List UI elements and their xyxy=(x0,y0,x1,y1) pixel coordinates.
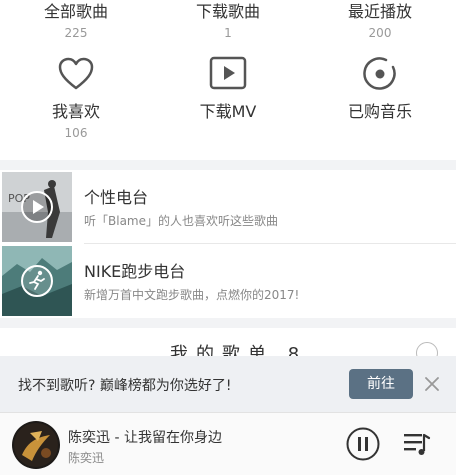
mini-player[interactable]: 陈奕迅 - 让我留在你身边 陈奕迅 xyxy=(0,412,456,475)
heart-icon xyxy=(56,54,96,94)
video-play-icon xyxy=(208,54,248,94)
favorites-entry[interactable]: 我喜欢 106 xyxy=(0,54,152,140)
promo-banner: 找不到歌听? 巅峰榜都为你选好了! 前往 xyxy=(0,356,456,412)
go-button[interactable]: 前往 xyxy=(349,369,413,399)
downloaded-mv-label: 下载MV xyxy=(199,102,257,121)
radio-title: NIKE跑步电台 xyxy=(84,262,186,281)
song-title: 陈奕迅 - 让我留在你身边 xyxy=(68,430,222,446)
pause-icon xyxy=(346,427,380,461)
purchased-music-entry[interactable]: 已购音乐 xyxy=(304,54,456,122)
purchased-disc-icon xyxy=(360,54,400,94)
radio-subtitle: 听「Blame」的人也喜欢听这些歌曲 xyxy=(84,214,278,228)
album-cover[interactable] xyxy=(12,421,60,469)
artist-name: 陈奕迅 xyxy=(68,451,105,465)
recent-played-entry[interactable]: 最近播放 200 xyxy=(304,0,456,40)
my-music-grid: 全部歌曲 225 下载歌曲 1 最近播放 200 我喜欢 106 下载MV 已购… xyxy=(0,0,456,160)
recent-played-count: 200 xyxy=(368,26,392,40)
all-songs-count: 225 xyxy=(64,26,88,40)
close-icon[interactable] xyxy=(422,374,442,394)
downloaded-songs-count: 1 xyxy=(224,26,232,40)
radio-item-personal[interactable]: POP 个性电台 听「Blame」的人也喜欢听这些歌曲 xyxy=(0,170,456,244)
radio-item-nike-running[interactable]: NIKE跑步电台 新增万首中文跑步歌曲，点燃你的2017! xyxy=(0,244,456,318)
all-songs-entry[interactable]: 全部歌曲 225 xyxy=(0,0,152,40)
downloaded-songs-entry[interactable]: 下载歌曲 1 xyxy=(152,0,304,40)
all-songs-label: 全部歌曲 xyxy=(43,2,108,21)
playlist-button[interactable] xyxy=(402,429,432,459)
promo-text: 找不到歌听? 巅峰榜都为你选好了! xyxy=(18,378,232,394)
radio-subtitle: 新增万首中文跑步歌曲，点燃你的2017! xyxy=(84,288,300,302)
downloaded-mv-entry[interactable]: 下载MV xyxy=(152,54,304,122)
downloaded-songs-label: 下载歌曲 xyxy=(195,2,260,21)
pause-button[interactable] xyxy=(346,427,380,461)
section-divider xyxy=(0,160,456,170)
nike-radio-cover xyxy=(2,246,72,316)
playlist-icon xyxy=(404,433,431,455)
section-divider xyxy=(0,318,456,328)
favorites-label: 我喜欢 xyxy=(51,102,100,121)
favorites-count: 106 xyxy=(64,126,88,140)
purchased-music-label: 已购音乐 xyxy=(347,102,412,121)
recent-played-label: 最近播放 xyxy=(347,2,412,21)
radio-title: 个性电台 xyxy=(84,188,149,207)
personal-radio-cover: POP xyxy=(2,172,72,242)
runner-icon xyxy=(21,265,53,297)
